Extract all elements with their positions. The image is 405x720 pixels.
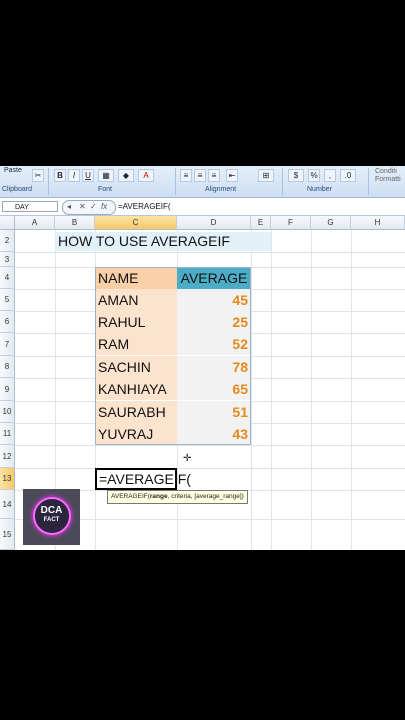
ribbon: Paste ✂ B I U ▦ ◆ A ≡ ≡ ≡ ⇤ ⊞ $ % , .0 C… <box>0 166 405 198</box>
average-cell[interactable]: 52 <box>177 333 251 355</box>
borders-button[interactable]: ▦ <box>98 169 114 182</box>
insert-function-icon[interactable]: fx <box>101 202 107 211</box>
cancel-icon[interactable]: ✕ <box>79 202 86 211</box>
name-cell[interactable]: RAM <box>95 333 177 355</box>
italic-button[interactable]: I <box>68 169 80 182</box>
column-header[interactable]: G <box>311 216 351 230</box>
column-header[interactable]: C <box>95 216 177 230</box>
name-cell[interactable]: SACHIN <box>95 356 177 378</box>
name-box[interactable]: DAY <box>2 201 58 212</box>
align-center-button[interactable]: ≡ <box>194 169 206 182</box>
average-cell[interactable]: 45 <box>177 289 251 311</box>
excel-window: Paste ✂ B I U ▦ ◆ A ≡ ≡ ≡ ⇤ ⊞ $ % , .0 C… <box>0 166 405 550</box>
column-header[interactable]: E <box>251 216 271 230</box>
sheet-title-cell[interactable]: HOW TO USE AVERAGEIF <box>55 232 271 251</box>
conditional-formatting-button[interactable]: Conditi Formatti <box>375 168 401 184</box>
row-header[interactable]: 10 <box>0 401 15 423</box>
fill-color-button[interactable]: ◆ <box>118 169 134 182</box>
formula-bar: DAY ◂ ✕ ✓ fx =AVERAGEIF( <box>0 199 405 216</box>
row-header[interactable]: 3 <box>0 252 15 267</box>
average-cell[interactable]: 51 <box>177 401 251 423</box>
row-header[interactable]: 8 <box>0 356 15 378</box>
name-cell[interactable]: RAHUL <box>95 311 177 333</box>
paste-button[interactable]: Paste <box>4 167 22 174</box>
column-header[interactable]: B <box>55 216 95 230</box>
column-header[interactable]: A <box>15 216 55 230</box>
bold-button[interactable]: B <box>54 169 66 182</box>
merge-button[interactable]: ⊞ <box>258 169 274 182</box>
row-header[interactable]: 7 <box>0 333 15 356</box>
font-group-label: Font <box>98 186 113 193</box>
average-header-cell[interactable]: AVERAGE <box>177 267 251 289</box>
underline-button[interactable]: U <box>82 169 94 182</box>
confirm-icon[interactable]: ✓ <box>90 202 97 211</box>
row-header[interactable]: 5 <box>0 289 15 311</box>
row-header[interactable]: 11 <box>0 423 15 445</box>
name-cell[interactable]: SAURABH <box>95 401 177 423</box>
row-header[interactable]: 2 <box>0 230 15 252</box>
function-tooltip: AVERAGEIF(range, criteria, [average_rang… <box>107 490 248 504</box>
name-cell[interactable]: KANHIAYA <box>95 378 177 400</box>
active-cell-c13[interactable]: =AVERAGEIF( <box>95 468 191 490</box>
formula-controls: ◂ ✕ ✓ fx <box>62 200 116 215</box>
column-header[interactable]: D <box>177 216 251 230</box>
name-cell[interactable]: AMAN <box>95 289 177 311</box>
cut-button[interactable]: ✂ <box>32 169 44 182</box>
row-header[interactable]: 15 <box>0 519 15 550</box>
expand-icon[interactable]: ◂ <box>67 202 71 211</box>
formula-input[interactable]: =AVERAGEIF( <box>118 201 171 212</box>
name-cell[interactable]: YUVRAJ <box>95 423 177 445</box>
row-header[interactable]: 14 <box>0 490 15 519</box>
percent-button[interactable]: % <box>308 169 320 182</box>
average-cell[interactable]: 25 <box>177 311 251 333</box>
name-header-cell[interactable]: NAME <box>95 267 177 289</box>
average-cell[interactable]: 78 <box>177 356 251 378</box>
align-left-button[interactable]: ≡ <box>180 169 192 182</box>
dca-fact-logo: DCA FACT <box>23 489 80 545</box>
average-cell[interactable]: 65 <box>177 378 251 400</box>
row-header[interactable]: 6 <box>0 311 15 333</box>
row-header[interactable]: 12 <box>0 445 15 468</box>
alignment-group-label: Alignment <box>205 186 237 193</box>
align-right-button[interactable]: ≡ <box>208 169 220 182</box>
column-header[interactable]: F <box>271 216 311 230</box>
indent-button[interactable]: ⇤ <box>226 169 238 182</box>
increase-decimal-button[interactable]: .0 <box>340 169 356 182</box>
cell-cursor-icon: ✛ <box>183 453 192 464</box>
row-header[interactable]: 4 <box>0 267 15 289</box>
row-header[interactable]: 13 <box>0 468 15 490</box>
clipboard-group-label: Clipboard <box>2 186 32 193</box>
number-group-label: Number <box>307 186 332 193</box>
row-header[interactable]: 9 <box>0 378 15 401</box>
average-cell[interactable]: 43 <box>177 423 251 445</box>
select-all-corner[interactable] <box>0 216 15 230</box>
comma-button[interactable]: , <box>324 169 336 182</box>
column-header[interactable]: H <box>351 216 405 230</box>
font-color-button[interactable]: A <box>138 169 154 182</box>
currency-button[interactable]: $ <box>288 169 304 182</box>
